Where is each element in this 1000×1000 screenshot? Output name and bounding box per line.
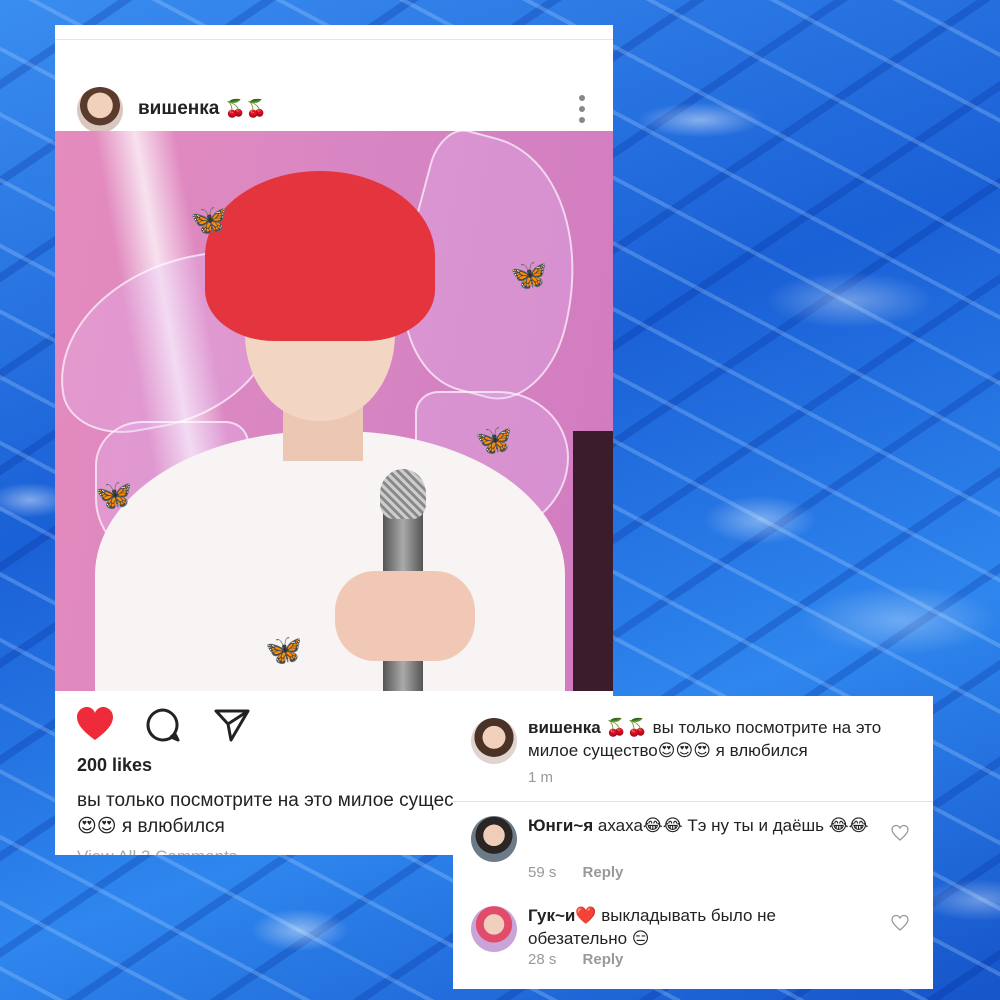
reply-button[interactable]: Reply [583, 864, 624, 881]
post-photo[interactable]: 🦋 🦋 🦋 🦋 🦋 [55, 131, 613, 691]
comment-time: 59 s [528, 864, 557, 881]
reply-button[interactable]: Reply [583, 951, 624, 968]
comment-username[interactable]: вишенка [528, 718, 601, 737]
view-all-comments-link[interactable]: View All 3 Comments [77, 847, 237, 855]
butterfly-icon: 🦋 [265, 634, 303, 667]
avatar[interactable] [471, 816, 517, 862]
hands [335, 571, 475, 661]
share-send-icon[interactable] [213, 707, 251, 743]
comment-username[interactable]: Юнги~я [528, 816, 593, 835]
comment-meta: 28 s Reply [528, 951, 623, 968]
red-hair [205, 171, 435, 341]
comment-time: 28 s [528, 951, 557, 968]
like-heart-icon[interactable] [75, 705, 115, 745]
butterfly-icon: 🦋 [190, 204, 228, 237]
heart-emoji: ❤️ [575, 906, 597, 925]
username-text: вишенка [138, 98, 220, 119]
comment-text: ахаха😂😂 Тэ ну ты и даёшь 😂😂 [597, 816, 869, 835]
avatar[interactable] [471, 718, 517, 764]
comment-like-heart-icon[interactable] [891, 824, 909, 842]
comment-item: Юнги~я ахаха😂😂 Тэ ну ты и даёшь 😂😂 59 s … [453, 809, 933, 891]
cherry-emoji: 🍒🍒 [224, 99, 267, 118]
comment-username[interactable]: Гук~и [528, 906, 575, 925]
comment-meta: 59 s Reply [528, 864, 623, 881]
comment-like-heart-icon[interactable] [891, 914, 909, 932]
comment-text-block: вишенка 🍒🍒 вы только посмотрите на это м… [528, 716, 918, 762]
likes-count[interactable]: 200 likes [77, 755, 152, 776]
comment-text-block: Гук~и❤️ выкладывать было не обезательно … [528, 904, 878, 950]
avatar[interactable] [471, 906, 517, 952]
comment-item: Гук~и❤️ выкладывать было не обезательно … [453, 899, 933, 984]
post-username[interactable]: вишенка 🍒🍒 [138, 98, 267, 120]
comment-time: 1 m [528, 769, 554, 786]
white-shirt [95, 431, 565, 691]
background-shadow [573, 431, 613, 691]
post-actions [75, 705, 375, 745]
avatar[interactable] [77, 87, 123, 133]
cherry-emoji: 🍒🍒 [605, 718, 648, 737]
top-strip [55, 25, 613, 40]
comments-panel: вишенка 🍒🍒 вы только посмотрите на это м… [453, 696, 933, 989]
butterfly-icon: 🦋 [475, 424, 513, 457]
comment-icon[interactable] [145, 707, 181, 743]
butterfly-icon: 🦋 [510, 259, 548, 292]
butterfly-icon: 🦋 [95, 479, 133, 512]
microphone-head [380, 469, 426, 519]
comment-caption: вишенка 🍒🍒 вы только посмотрите на это м… [453, 711, 933, 802]
comment-text-block: Юнги~я ахаха😂😂 Тэ ну ты и даёшь 😂😂 [528, 814, 878, 837]
more-options-icon[interactable] [579, 95, 585, 123]
